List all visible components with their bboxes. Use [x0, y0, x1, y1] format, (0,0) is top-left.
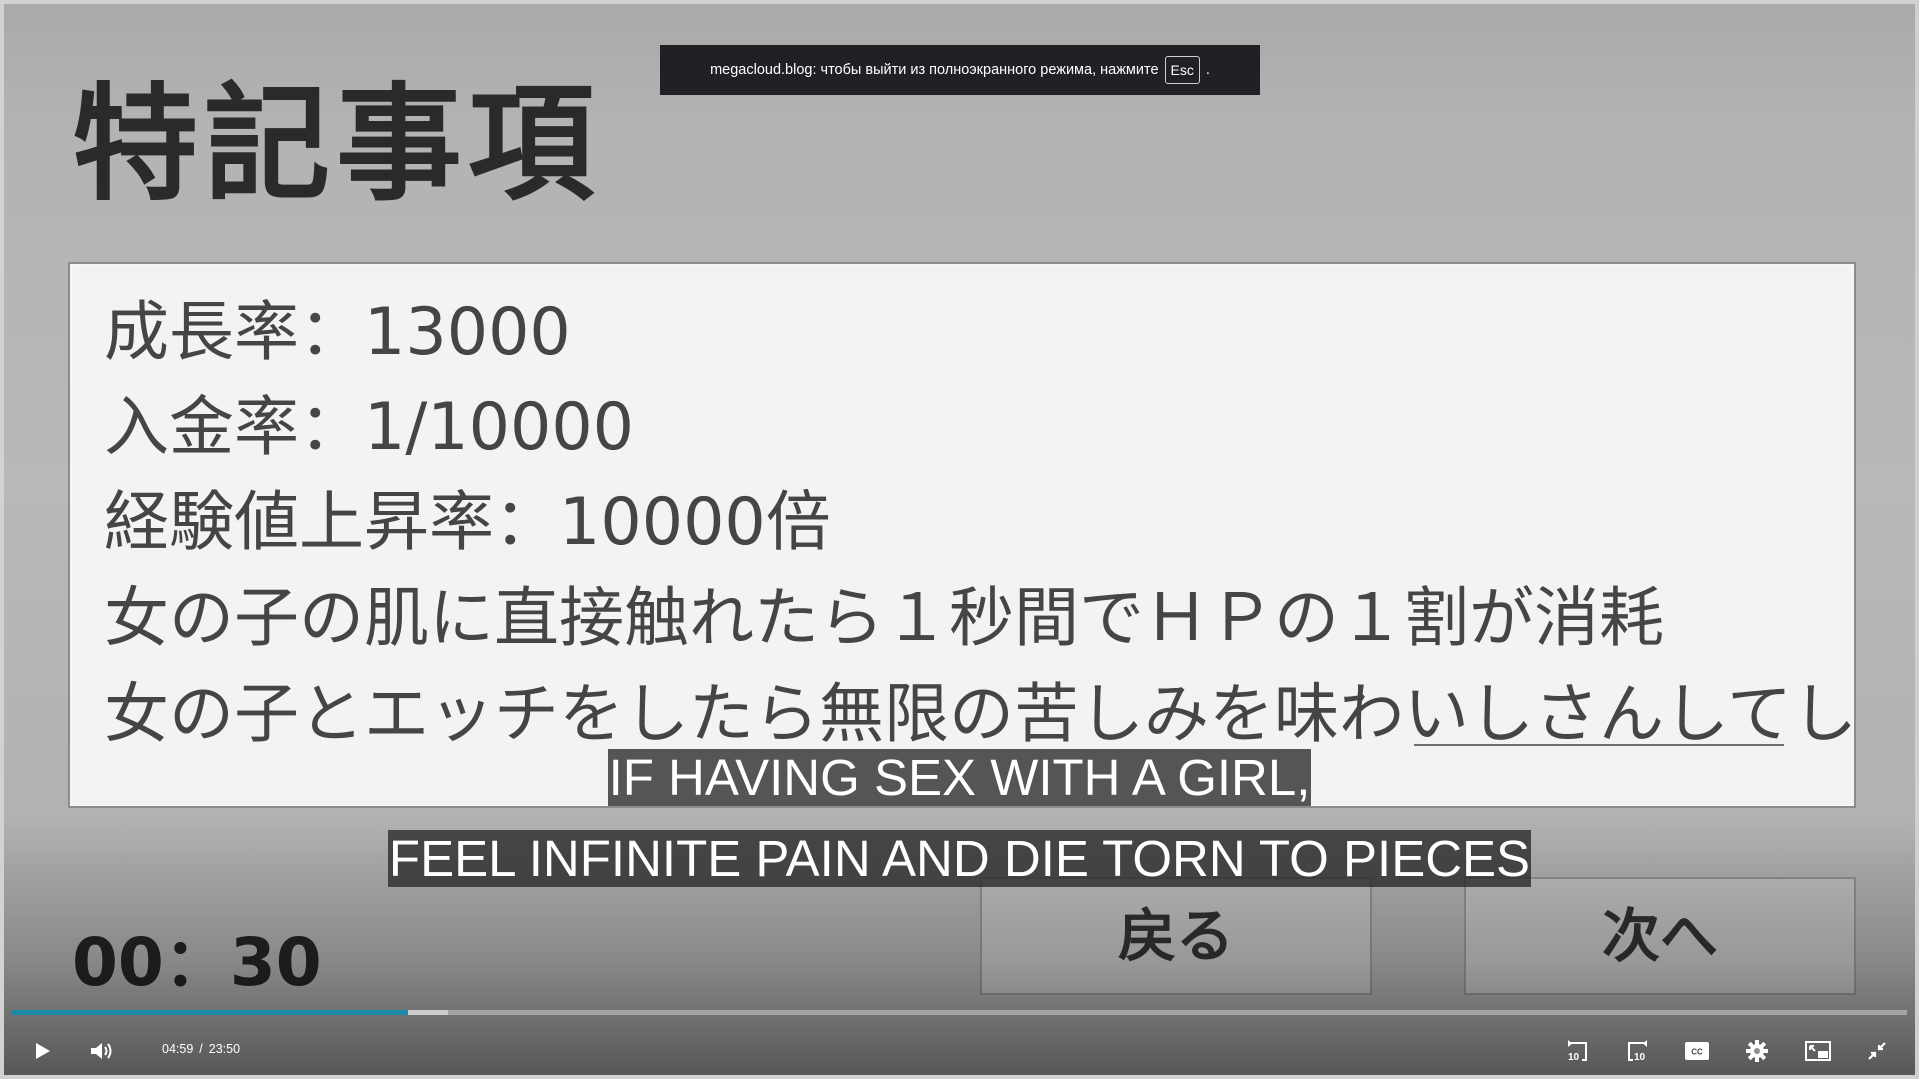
notes-panel: 成長率：13000 入金率：1/10000 経験値上昇率：10000倍 女の子の… — [68, 262, 1858, 808]
captions-label: CC — [1691, 1048, 1703, 1057]
subtitle-text: IF HAVING SEX WITH A GIRL, — [607, 749, 1312, 806]
text-underline — [1414, 744, 1784, 746]
subtitle-line: IF HAVING SEX WITH A GIRL, — [0, 749, 1919, 807]
fullscreen-notice-text: megacloud.blog: чтобы выйти из полноэкра… — [710, 62, 1159, 78]
fullscreen-notice: megacloud.blog: чтобы выйти из полноэкра… — [660, 45, 1260, 95]
note-line: 女の子とエッチをしたら無限の苦しみを味わいしさんしてし — [104, 677, 1858, 752]
progress-fill — [12, 1010, 409, 1015]
settings-button[interactable] — [1740, 1036, 1774, 1066]
duration: 23:50 — [208, 1042, 241, 1056]
forward-10-label: 10 — [1634, 1052, 1646, 1063]
note-line: 経験値上昇率：10000倍 — [104, 485, 831, 560]
exit-fullscreen-button[interactable] — [1860, 1036, 1894, 1066]
video-player[interactable]: 特記事項 成長率：13000 入金率：1/10000 経験値上昇率：10000倍… — [0, 0, 1919, 1079]
picture-in-picture-button[interactable] — [1801, 1036, 1835, 1066]
captions-icon: CC — [1685, 1042, 1709, 1060]
subtitle-line: FEEL INFINITE PAIN AND DIE TORN TO PIECE… — [0, 830, 1919, 888]
forward-10-icon: 10 — [1628, 1040, 1647, 1063]
next-button: 次へ — [1464, 877, 1856, 995]
time-separator: / — [199, 1042, 203, 1056]
current-time: 04:59 — [162, 1042, 194, 1056]
time-display: 04:59 / 23:50 — [162, 1042, 240, 1056]
rewind-10-button[interactable]: 10 — [1561, 1036, 1595, 1066]
note-line: 女の子の肌に直接触れたら１秒間でＨＰの１割が消耗 — [104, 581, 1665, 656]
fullscreen-notice-suffix: . — [1205, 62, 1210, 78]
rewind-10-label: 10 — [1568, 1052, 1580, 1063]
forward-10-button[interactable]: 10 — [1620, 1036, 1654, 1066]
subtitle-text: FEEL INFINITE PAIN AND DIE TORN TO PIECE… — [387, 830, 1532, 887]
note-line: 入金率：1/10000 — [104, 390, 635, 465]
note-line: 成長率：13000 — [104, 295, 571, 370]
play-icon — [36, 1043, 50, 1059]
back-button: 戻る — [980, 877, 1372, 995]
scene-title: 特記事項 — [72, 71, 600, 218]
exit-fullscreen-icon — [1868, 1042, 1886, 1060]
captions-button[interactable]: CC — [1680, 1036, 1714, 1066]
progress-bar[interactable] — [12, 1010, 1907, 1015]
volume-button[interactable] — [84, 1036, 118, 1066]
rewind-10-icon: 10 — [1568, 1040, 1587, 1063]
play-button[interactable] — [25, 1036, 59, 1066]
picture-in-picture-icon — [1805, 1041, 1831, 1061]
countdown-timer: 00：30 — [72, 924, 322, 1001]
gear-icon — [1746, 1040, 1768, 1062]
esc-key-badge: Esc — [1164, 56, 1200, 84]
volume-icon — [91, 1043, 112, 1059]
